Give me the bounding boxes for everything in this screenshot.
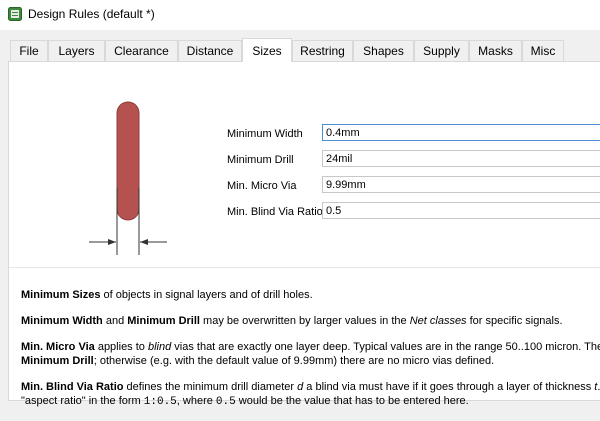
sizes-panel: Minimum Width Minimum Drill Min. Micro V… — [8, 61, 600, 408]
help-term: Minimum Drill — [21, 355, 94, 367]
tab-masks[interactable]: Masks — [469, 40, 522, 61]
min-width-illustration — [89, 101, 167, 255]
min-micro-via-input[interactable] — [322, 176, 600, 193]
help-text-span: for specific signals. — [466, 315, 563, 327]
help-text-span: vias that are exactly one layer deep. Ty… — [171, 341, 600, 353]
tab-restring[interactable]: Restring — [292, 40, 353, 61]
tab-clearance[interactable]: Clearance — [105, 40, 178, 61]
divider — [9, 267, 600, 268]
trace-shape — [116, 101, 140, 221]
tab-bar: File Layers Clearance Distance Sizes Res… — [0, 30, 600, 62]
help-paragraph-2: Minimum Width and Minimum Drill may be o… — [21, 314, 600, 328]
help-text-span: would be the value that has to be entere… — [235, 395, 469, 407]
help-code: 0.5 — [215, 396, 236, 408]
help-text-span: may be overwritten by larger values in t… — [199, 315, 410, 327]
tab-layers[interactable]: Layers — [48, 40, 105, 61]
tab-misc[interactable]: Misc — [522, 40, 564, 61]
min-micro-via-label: Min. Micro Via — [227, 180, 297, 192]
tab-distance[interactable]: Distance — [178, 40, 242, 61]
help-text-span: and — [102, 315, 128, 327]
help-paragraph-1: Minimum Sizes of objects in signal layer… — [21, 288, 600, 302]
help-paragraph-3: Min. Micro Via applies to blind vias tha… — [21, 340, 600, 368]
help-paragraph-4: Min. Blind Via Ratio defines the minimum… — [21, 380, 600, 409]
min-blind-via-ratio-input[interactable] — [322, 202, 600, 219]
help-emphasis: Net classes — [409, 315, 467, 327]
help-code: 1:0.5 — [143, 396, 177, 408]
min-width-input[interactable] — [322, 124, 600, 141]
tab-supply[interactable]: Supply — [414, 40, 469, 61]
tab-sizes[interactable]: Sizes — [242, 38, 292, 62]
help-emphasis: blind — [147, 341, 172, 353]
help-text-span: defines the minimum drill diameter — [123, 381, 298, 393]
help-text-span: , where — [176, 395, 216, 407]
min-drill-label: Minimum Drill — [227, 154, 294, 166]
window-title: Design Rules (default *) — [28, 7, 155, 21]
help-text-span: applies to — [94, 341, 148, 353]
help-term: Minimum Drill — [127, 315, 200, 327]
tab-file[interactable]: File — [10, 40, 48, 61]
eagle-app-icon — [8, 7, 22, 21]
help-text: Minimum Sizes of objects in signal layer… — [21, 288, 600, 421]
help-term: Min. Micro Via — [21, 341, 95, 353]
help-term: Min. Blind Via Ratio — [21, 381, 124, 393]
help-text-span: a blind via must have if it goes through… — [303, 381, 595, 393]
help-text-span: of objects in signal layers and of drill… — [100, 289, 313, 301]
title-bar: Design Rules (default *) — [0, 0, 600, 30]
help-text-span: ; otherwise (e.g. with the default value… — [93, 355, 495, 367]
min-drill-input[interactable] — [322, 150, 600, 167]
help-term: Minimum Width — [21, 315, 103, 327]
help-term: Minimum Sizes — [21, 289, 101, 301]
tab-shapes[interactable]: Shapes — [353, 40, 414, 61]
min-width-label: Minimum Width — [227, 128, 303, 140]
help-text-span: "aspect ratio" in the form — [21, 395, 144, 407]
min-blind-via-ratio-label: Min. Blind Via Ratio — [227, 206, 323, 218]
